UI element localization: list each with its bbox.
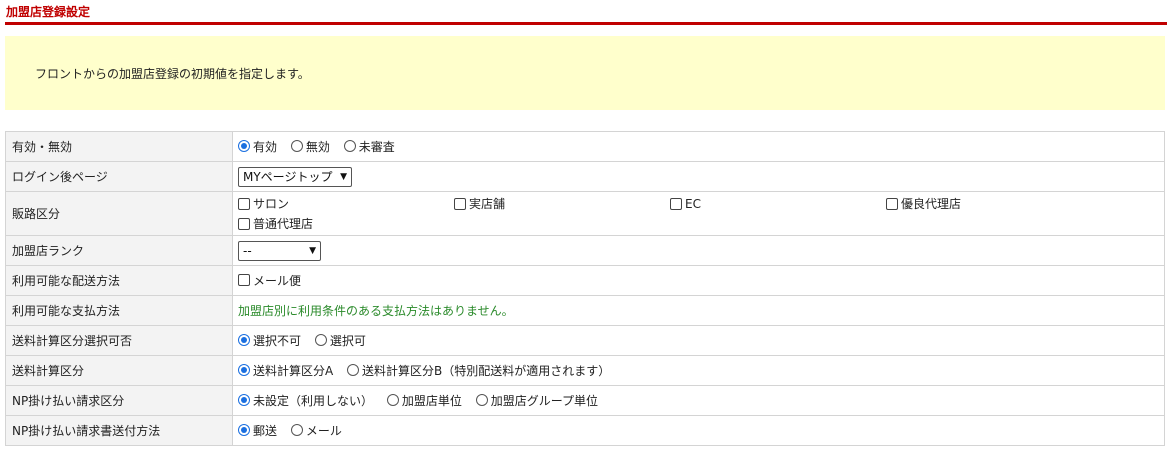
chevron-down-icon: ▼ [309, 245, 316, 256]
radio-shipping-not-selectable[interactable]: 選択不可 [238, 332, 301, 349]
checkbox-icon[interactable] [454, 197, 466, 210]
row-np-send: NP掛け払い請求書送付方法 郵送 メール [5, 415, 1165, 446]
radio-icon[interactable] [238, 364, 250, 377]
row-label: 利用可能な配送方法 [5, 265, 233, 296]
radio-np-per-group[interactable]: 加盟店グループ単位 [475, 392, 598, 409]
option-label: 未設定（利用しない） [253, 393, 374, 408]
option-label: サロン [253, 197, 290, 211]
option-label: 実店舗 [469, 197, 506, 211]
radio-np-send-mail[interactable]: メール [290, 422, 342, 439]
radio-shipping-selectable[interactable]: 選択可 [314, 332, 366, 349]
radio-icon[interactable] [347, 364, 360, 377]
info-notice: フロントからの加盟店登録の初期値を指定します。 [5, 36, 1165, 110]
checkbox-icon[interactable] [238, 197, 250, 210]
row-delivery: 利用可能な配送方法 メール便 [5, 265, 1165, 296]
checkbox-icon[interactable] [886, 197, 898, 210]
option-label: 無効 [305, 139, 330, 154]
row-channel: 販路区分 サロン 実店舗 EC 優良代理店 普通代理店 [5, 191, 1165, 236]
row-label: 利用可能な支払方法 [5, 295, 233, 326]
channel-options: サロン 実店舗 EC 優良代理店 普通代理店 [232, 191, 1165, 236]
after-login-cell: MYページトップ ▼ [232, 161, 1165, 192]
after-login-select[interactable]: MYページトップ ▼ [238, 166, 352, 187]
row-label: NP掛け払い請求区分 [5, 385, 233, 416]
radio-status-active[interactable]: 有効 [238, 138, 277, 155]
checkbox-mail-delivery[interactable]: メール便 [238, 272, 301, 289]
option-label: 有効 [253, 139, 278, 154]
row-after-login: ログイン後ページ MYページトップ ▼ [5, 161, 1165, 192]
status-options: 有効 無効 未審査 [232, 131, 1165, 162]
rank-cell: -- ▼ [232, 235, 1165, 266]
payment-cell: 加盟店別に利用条件のある支払方法はありません。 [232, 295, 1165, 326]
radio-status-unreviewed[interactable]: 未審査 [343, 138, 395, 155]
np-billing-options: 未設定（利用しない） 加盟店単位 加盟店グループ単位 [232, 385, 1165, 416]
payment-message: 加盟店別に利用条件のある支払方法はありません。 [238, 304, 514, 318]
settings-table: 有効・無効 有効 無効 未審査 ログイン後ページ MYページトップ ▼ 販路区分 … [5, 131, 1165, 446]
row-label: 送料計算区分選択可否 [5, 325, 233, 356]
row-np-billing: NP掛け払い請求区分 未設定（利用しない） 加盟店単位 加盟店グループ単位 [5, 385, 1165, 416]
np-send-options: 郵送 メール [232, 415, 1165, 446]
row-payment: 利用可能な支払方法 加盟店別に利用条件のある支払方法はありません。 [5, 295, 1165, 326]
row-shipping-type: 送料計算区分 送料計算区分A 送料計算区分B（特別配送料が適用されます） [5, 355, 1165, 386]
radio-status-inactive[interactable]: 無効 [290, 138, 330, 155]
row-label: 販路区分 [5, 191, 233, 236]
radio-icon[interactable] [475, 394, 488, 407]
radio-icon[interactable] [343, 140, 356, 153]
option-label: メール便 [253, 273, 302, 288]
radio-icon[interactable] [238, 424, 250, 437]
checkbox-salon[interactable]: サロン [238, 195, 444, 212]
option-label: 加盟店グループ単位 [490, 393, 598, 408]
radio-shipping-type-a[interactable]: 送料計算区分A [238, 362, 333, 379]
row-shipping-select: 送料計算区分選択可否 選択不可 選択可 [5, 325, 1165, 356]
option-label: 普通代理店 [253, 217, 314, 231]
radio-icon[interactable] [386, 394, 399, 407]
radio-np-unset[interactable]: 未設定（利用しない） [238, 392, 373, 409]
row-label: NP掛け払い請求書送付方法 [5, 415, 233, 446]
option-label: 郵送 [253, 423, 278, 438]
checkbox-icon[interactable] [238, 217, 250, 230]
option-label: 送料計算区分A [253, 363, 334, 378]
select-value: -- [243, 243, 252, 258]
checkbox-icon[interactable] [670, 197, 682, 210]
select-value: MYページトップ [243, 170, 333, 184]
checkbox-icon[interactable] [238, 274, 250, 287]
option-label: EC [685, 196, 701, 211]
shipping-type-options: 送料計算区分A 送料計算区分B（特別配送料が適用されます） [232, 355, 1165, 386]
radio-icon[interactable] [238, 140, 250, 153]
page-title: 加盟店登録設定 [6, 5, 91, 19]
radio-icon[interactable] [314, 334, 327, 347]
shipping-select-options: 選択不可 選択可 [232, 325, 1165, 356]
row-label: 加盟店ランク [5, 235, 233, 266]
radio-np-send-post[interactable]: 郵送 [238, 422, 277, 439]
title-divider [5, 22, 1167, 25]
option-label: メール [305, 423, 342, 438]
option-label: 優良代理店 [901, 197, 962, 211]
rank-select[interactable]: -- ▼ [238, 240, 321, 261]
row-status: 有効・無効 有効 無効 未審査 [5, 131, 1165, 162]
radio-icon[interactable] [290, 424, 303, 437]
row-label: ログイン後ページ [5, 161, 233, 192]
radio-shipping-type-b[interactable]: 送料計算区分B（特別配送料が適用されます） [347, 362, 610, 379]
radio-icon[interactable] [238, 334, 250, 347]
notice-text: フロントからの加盟店登録の初期値を指定します。 [35, 67, 310, 81]
checkbox-standard-agent[interactable]: 普通代理店 [238, 215, 444, 232]
row-label: 有効・無効 [5, 131, 233, 162]
option-label: 未審査 [358, 139, 395, 154]
radio-np-per-store[interactable]: 加盟店単位 [386, 392, 462, 409]
option-label: 選択不可 [253, 333, 302, 348]
row-label: 送料計算区分 [5, 355, 233, 386]
radio-icon[interactable] [290, 140, 303, 153]
option-label: 加盟店単位 [401, 393, 462, 408]
delivery-options: メール便 [232, 265, 1165, 296]
row-rank: 加盟店ランク -- ▼ [5, 235, 1165, 266]
radio-icon[interactable] [238, 394, 250, 407]
option-label: 選択可 [329, 333, 366, 348]
chevron-down-icon: ▼ [340, 171, 347, 182]
checkbox-ec[interactable]: EC [670, 195, 876, 212]
checkbox-premium-agent[interactable]: 優良代理店 [886, 195, 1092, 212]
option-label: 送料計算区分B（特別配送料が適用されます） [362, 363, 611, 378]
checkbox-store[interactable]: 実店舗 [454, 195, 660, 212]
